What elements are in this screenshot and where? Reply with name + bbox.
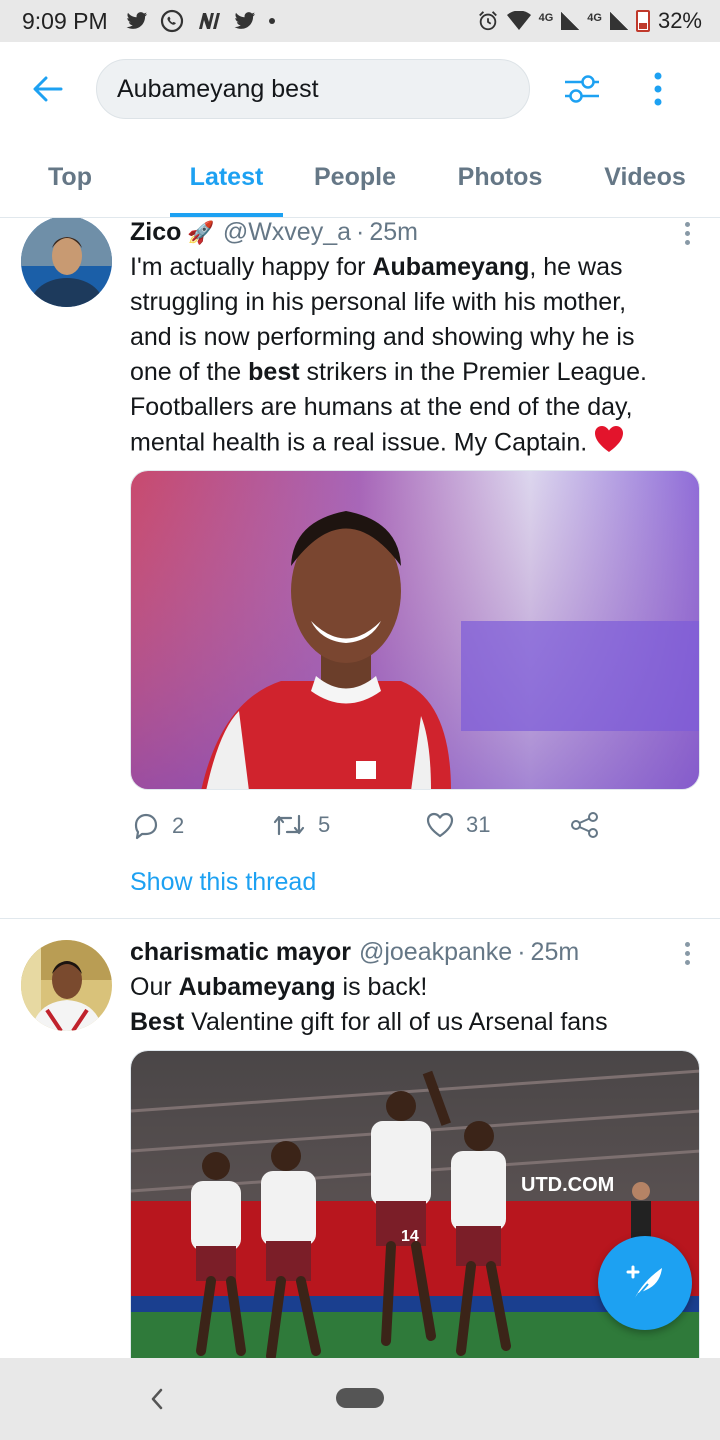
search-filter-button[interactable] (536, 42, 628, 136)
tweet-timestamp: 25m (369, 218, 418, 246)
tweet-menu-button[interactable] (682, 222, 692, 245)
tweet-text-segment: mental health is a real issue. My Captai… (130, 428, 595, 457)
search-tabs: Top Latest People Photos Videos (0, 136, 720, 218)
photo-banner-text: UTD.COM (521, 1174, 614, 1196)
tab-latest[interactable]: Latest (170, 136, 283, 218)
status-bar: 9:09 PM 4G 4G 32% (0, 0, 720, 42)
twitter-icon (234, 12, 255, 29)
tweet-separator: · (517, 938, 526, 966)
system-back-button[interactable] (142, 1382, 172, 1416)
show-thread-link[interactable]: Show this thread (130, 868, 316, 897)
more-vertical-icon (654, 72, 662, 106)
tweet-actions: 2 5 31 (130, 812, 690, 852)
like-count: 31 (466, 812, 491, 837)
search-input-value: Aubameyang best (117, 74, 319, 103)
battery-icon (635, 10, 650, 32)
search-header: Aubameyang best (0, 42, 720, 136)
alarm-icon (478, 11, 497, 31)
reply-button[interactable]: 2 (132, 812, 184, 840)
tab-people[interactable]: People (300, 136, 410, 218)
compose-tweet-button[interactable] (598, 1236, 692, 1330)
tweet-separator: · (356, 218, 365, 246)
tab-videos[interactable]: Videos (585, 136, 705, 218)
tweet-text-segment: Our (130, 973, 179, 1001)
status-time: 9:09 PM (22, 7, 108, 34)
reply-icon (134, 813, 158, 840)
tweet-text-line: Footballers are humans at the end of the… (130, 393, 633, 421)
tweet-media-photo[interactable] (130, 470, 700, 790)
system-nav-bar (0, 1358, 720, 1440)
tweet-divider (0, 918, 720, 919)
tweet-text: I'm actually happy for Aubameyang, he wa… (130, 250, 690, 463)
tweet-feed[interactable]: Zico 🚀 @Wxvey_a · 25m I'm actually happy… (0, 218, 720, 1358)
avatar[interactable] (21, 218, 112, 307)
tweet-text-segment: I'm actually happy for (130, 253, 373, 281)
tweet-author-handle[interactable]: @Wxvey_a (223, 218, 351, 247)
signal-icon (609, 12, 628, 30)
retweet-icon (273, 814, 305, 836)
network-label-2: 4G (587, 12, 602, 24)
signal-icon (561, 12, 580, 30)
tweet-card[interactable]: Zico 🚀 @Wxvey_a · 25m I'm actually happy… (0, 218, 720, 918)
heart-emoji (594, 425, 624, 463)
chevron-left-icon (151, 1388, 163, 1410)
tweet-author-handle[interactable]: @joeakpanke (359, 938, 512, 967)
reply-count: 2 (172, 813, 185, 838)
dot-icon (268, 18, 275, 24)
whatsapp-icon (160, 9, 183, 33)
heart-outline-icon (426, 812, 454, 838)
tweet-header: charismatic mayor @joeakpanke · 25m (130, 938, 579, 967)
system-home-button[interactable] (336, 1388, 384, 1408)
tweet-text-segment: is back! (335, 973, 428, 1001)
wifi-icon (506, 11, 531, 30)
tweet-header: Zico 🚀 @Wxvey_a · 25m (130, 218, 418, 247)
search-input[interactable]: Aubameyang best (96, 59, 530, 119)
tweet-timestamp: 25m (530, 938, 580, 966)
tweet-text-segment: Valentine gift for all of us Arsenal fan… (184, 1008, 608, 1036)
tweet-text-line: and is now performing and showing why he… (130, 323, 635, 351)
tweet-menu-button[interactable] (682, 942, 692, 965)
arrow-left-icon (33, 76, 63, 102)
tweet-text-highlight: Aubameyang (372, 253, 530, 281)
tweet-text-segment: one of the (130, 358, 249, 386)
tweet-text-highlight: Aubameyang (178, 973, 336, 1001)
rocket-emoji: 🚀 (187, 220, 215, 245)
news-icon (198, 13, 220, 29)
tweet-author-name[interactable]: Zico (130, 218, 181, 247)
back-button[interactable] (0, 42, 96, 136)
network-label-1: 4G (538, 12, 554, 24)
tweet-text-highlight: best (248, 358, 300, 386)
share-button[interactable] (570, 812, 600, 838)
tweet-text-line: struggling in his personal life with his… (130, 288, 627, 316)
avatar[interactable] (21, 940, 112, 1031)
like-button[interactable]: 31 (426, 812, 490, 838)
notification-icons (126, 9, 276, 33)
twitter-icon (126, 12, 147, 29)
system-status: 4G 4G 32% (477, 8, 702, 34)
tweet-text: Our Aubameyang is back! Best Valentine g… (130, 970, 690, 1040)
compose-feather-icon (626, 1265, 662, 1301)
tweet-author-name[interactable]: charismatic mayor (130, 938, 351, 967)
more-options-button[interactable] (628, 42, 688, 136)
active-tab-indicator (170, 213, 283, 217)
tab-photos[interactable]: Photos (440, 136, 560, 218)
retweet-button[interactable]: 5 (272, 812, 330, 838)
battery-percent: 32% (657, 8, 702, 33)
tweet-text-segment: strikers in the Premier League. (299, 358, 647, 386)
retweet-count: 5 (318, 812, 331, 837)
sliders-icon (565, 75, 599, 103)
tweet-text-segment: , he was (529, 253, 623, 281)
tab-top[interactable]: Top (20, 136, 120, 218)
share-icon (571, 812, 598, 838)
tweet-text-highlight: Best (130, 1008, 185, 1036)
